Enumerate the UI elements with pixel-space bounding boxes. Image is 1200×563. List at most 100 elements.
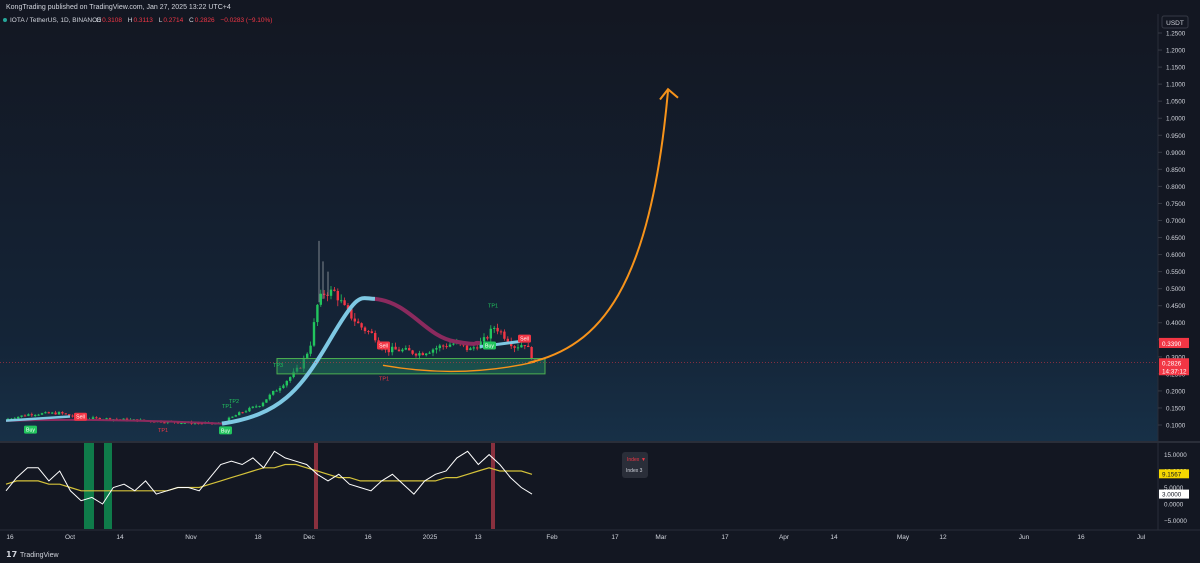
- candle-body: [61, 412, 64, 414]
- candle-body: [248, 407, 251, 412]
- candle-body: [312, 322, 316, 346]
- symbol-legend[interactable]: IOTA / TetherUS, 1D, BINANCE O0.3108 H0.…: [3, 17, 272, 24]
- price-tick-label: 0.5000: [1166, 286, 1186, 293]
- time-tick-label: 17: [611, 534, 619, 541]
- candle-body: [17, 416, 20, 419]
- candle-body: [278, 387, 282, 391]
- price-tick-label: 1.0500: [1166, 99, 1186, 106]
- price-tick-label: 0.4500: [1166, 303, 1186, 310]
- candle-body: [482, 337, 486, 342]
- candle-body: [414, 353, 418, 356]
- take-profit-label: TP3: [273, 363, 283, 369]
- osc-sell-bar: [491, 443, 495, 529]
- candle-body: [261, 402, 265, 407]
- candle-body: [319, 293, 322, 305]
- candle-body: [357, 321, 360, 324]
- candle-body: [476, 347, 479, 349]
- index-value-label: Index 3: [626, 468, 643, 474]
- take-profit-label: TP1: [488, 303, 498, 309]
- candle-body: [425, 353, 428, 356]
- candle-body: [374, 332, 377, 341]
- candle-body: [231, 416, 234, 418]
- candle-body: [40, 413, 44, 415]
- index-legend[interactable]: Index ▼ Index 3: [622, 452, 648, 478]
- ohlc-change-value: −0.0283 (−9.10%): [220, 17, 272, 24]
- candle-body: [27, 414, 30, 416]
- main-pane[interactable]: [0, 14, 1158, 442]
- candle-body: [333, 289, 336, 291]
- candle-body: [401, 349, 404, 352]
- time-tick-label: Jun: [1019, 534, 1030, 541]
- candle-body: [251, 406, 254, 408]
- take-profit-label: TP1: [222, 404, 232, 410]
- candle-body: [418, 353, 421, 356]
- triangle-down-icon: ▼: [641, 457, 646, 463]
- buy-signal-label: Buy: [26, 428, 35, 434]
- candle-body: [435, 348, 438, 350]
- price-tick-label: 0.2000: [1166, 388, 1186, 395]
- price-marker-label: 0.2826: [1162, 360, 1182, 367]
- candle-body: [438, 345, 441, 349]
- candle-body: [95, 417, 98, 419]
- candle-body: [37, 414, 40, 416]
- price-tick-label: 0.1000: [1166, 423, 1186, 430]
- osc-tick-label: 15.0000: [1164, 452, 1187, 459]
- candle-body: [329, 289, 333, 296]
- ohlc-low-label: L: [159, 17, 163, 24]
- candle-body: [34, 414, 37, 416]
- candle-body: [71, 415, 74, 417]
- candle-body: [486, 337, 489, 339]
- candle-body: [363, 327, 367, 332]
- price-axis[interactable]: 1.2500 1.2000 1.1500 1.1000 1.0500 1.0000 0.95…: [1158, 31, 1189, 430]
- candle-body: [469, 348, 472, 351]
- tradingview-brand[interactable]: 𝟭𝟳 TradingView: [6, 550, 59, 559]
- oscillator-axis[interactable]: 15.000010.00005.00000.0000−5.00009.15673…: [1159, 452, 1189, 525]
- candle-body: [340, 300, 343, 302]
- candle-body: [316, 304, 319, 323]
- price-tick-label: 1.2000: [1166, 48, 1186, 55]
- candle-body: [289, 377, 292, 381]
- candle-body: [360, 323, 363, 328]
- candle-body: [275, 390, 278, 392]
- candle-body: [411, 350, 414, 354]
- index-down-label: Index: [627, 457, 640, 463]
- index-legend-box: [622, 452, 648, 478]
- candle-body: [408, 348, 411, 351]
- currency-label: USDT: [1166, 20, 1184, 27]
- symbol-line: IOTA / TetherUS, 1D, BINANCE: [10, 17, 102, 24]
- candle-body: [499, 331, 503, 333]
- osc-marker-label: 9.1567: [1162, 471, 1182, 478]
- time-tick-label: 14: [116, 534, 124, 541]
- time-axis[interactable]: 16 Oct 14 Nov 18 Dec 16 2025 13 Feb 17 Mar 17 Apr 14 Ma…: [6, 534, 1145, 541]
- candle-body: [503, 331, 506, 339]
- candle-body: [306, 353, 309, 358]
- take-profit-label: TP1: [158, 428, 168, 434]
- time-tick-label: 17: [721, 534, 729, 541]
- price-marker-label: 0.3390: [1162, 341, 1182, 348]
- sell-signal-label: Sell: [520, 337, 529, 343]
- price-tick-label: 1.0000: [1166, 116, 1186, 123]
- time-tick-label: Nov: [185, 534, 197, 541]
- candle-body: [527, 345, 530, 348]
- time-tick-label: 16: [1077, 534, 1085, 541]
- candle-body: [367, 331, 370, 333]
- candle-body: [54, 412, 57, 415]
- candle-body: [421, 353, 424, 356]
- candle-body: [258, 406, 261, 408]
- candle-body: [336, 290, 339, 301]
- oscillator-pane[interactable]: [0, 442, 1158, 530]
- candle-body: [91, 417, 95, 419]
- candle-body: [513, 346, 516, 348]
- price-tick-label: 1.2500: [1166, 31, 1186, 38]
- status-dot-icon: [3, 18, 7, 22]
- time-tick-label: 2025: [423, 534, 438, 541]
- candle-body: [285, 380, 288, 386]
- take-profit-label: TP2: [229, 399, 239, 405]
- candle-body: [516, 347, 520, 349]
- ohlc-high-value: 0.3113: [133, 17, 153, 24]
- tradingview-chart[interactable]: KongTrading published on TradingView.com…: [0, 0, 1200, 563]
- candle-body: [265, 399, 268, 403]
- time-tick-label: Dec: [303, 534, 315, 541]
- candle-body: [343, 300, 346, 306]
- osc-buy-bar: [84, 443, 94, 529]
